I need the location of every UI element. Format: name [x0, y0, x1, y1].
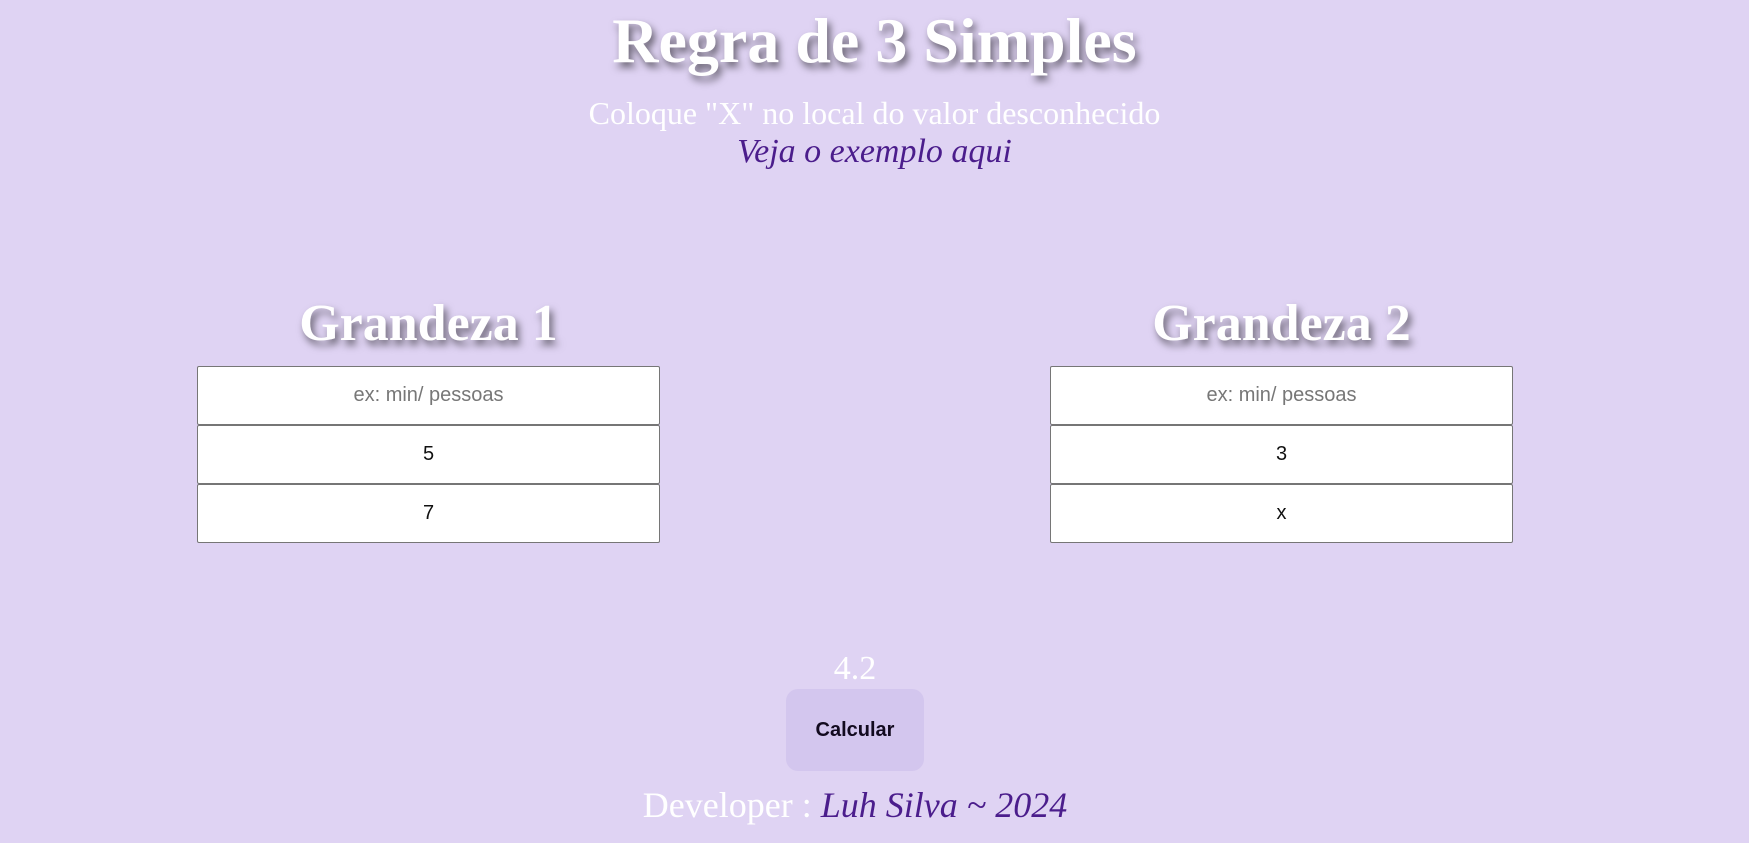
- example-link[interactable]: Veja o exemplo aqui: [0, 131, 1749, 173]
- grandeza-2-value-a-input[interactable]: [1050, 425, 1513, 484]
- result-value: 4.2: [833, 650, 877, 687]
- footer-author: Luh Silva ~ 2024: [820, 785, 1068, 825]
- footer-credit: Developer : Luh Silva ~ 2024: [0, 783, 1710, 827]
- grandeza-1-unit-input[interactable]: [197, 366, 660, 425]
- grandeza-1-value-a-input[interactable]: [197, 425, 660, 484]
- instructions-text: Coloque "X" no local do valor desconheci…: [588, 95, 1161, 131]
- grandeza-2-value-b-input[interactable]: [1050, 484, 1513, 543]
- calculate-button[interactable]: Calcular: [786, 689, 924, 771]
- grandeza-2-unit-input[interactable]: [1050, 366, 1513, 425]
- footer-prefix: Developer :: [642, 785, 821, 825]
- grandeza-1-heading: Grandeza 1: [299, 295, 558, 352]
- grandeza-1-value-b-input[interactable]: [197, 484, 660, 543]
- page-title: Regra de 3 Simples: [612, 5, 1137, 76]
- grandeza-2-heading: Grandeza 2: [1152, 295, 1411, 352]
